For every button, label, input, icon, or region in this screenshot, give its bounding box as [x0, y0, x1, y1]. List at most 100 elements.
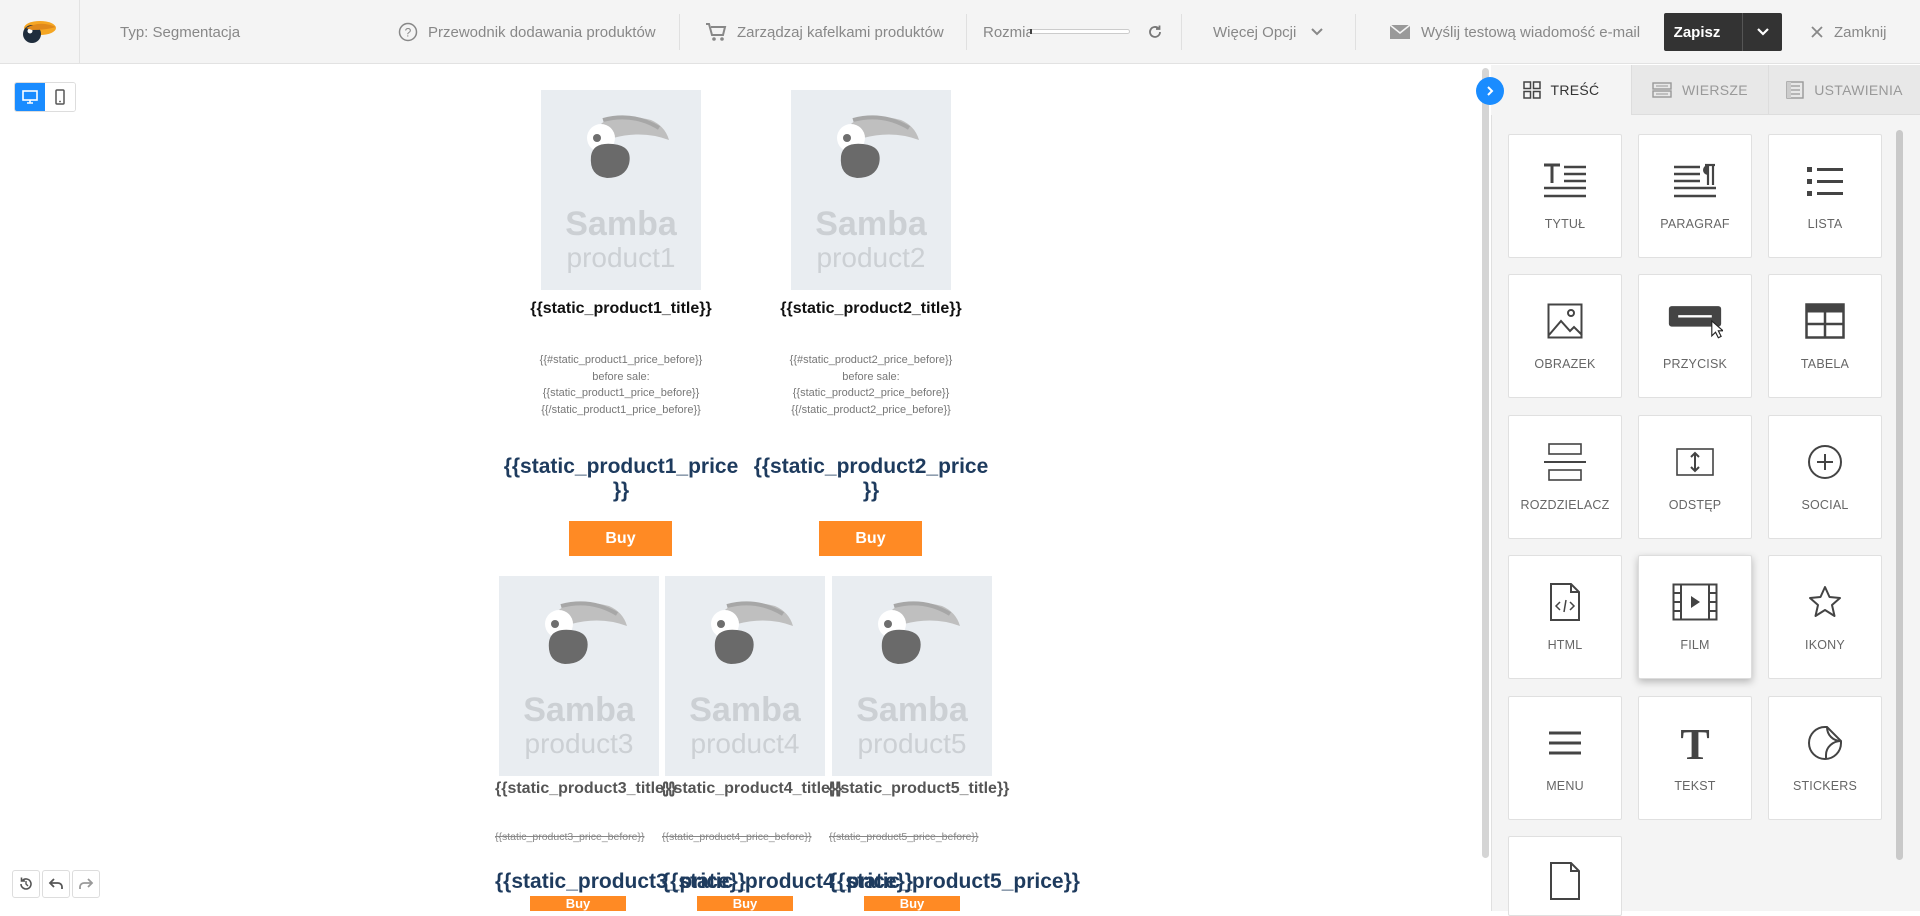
price-line: {{static_product1_price [503, 455, 739, 478]
chevron-right-icon [1487, 86, 1494, 96]
tile-label: LISTA [1807, 217, 1843, 231]
tile-label: TEKST [1674, 779, 1716, 793]
undo-button[interactable] [42, 870, 70, 898]
image-icon [1547, 303, 1583, 339]
redo-icon [79, 878, 94, 889]
product-price-before[interactable]: {{static_product5_price_before}} [829, 831, 978, 843]
send-test-email-button[interactable]: Wyślij testową wiadomość e-mail [1389, 0, 1640, 64]
tile-list[interactable]: LISTA [1768, 134, 1882, 258]
size-slider[interactable] [1030, 29, 1130, 34]
tile-divider[interactable]: ROZDZIELACZ [1508, 415, 1622, 539]
tile-text[interactable]: T TEKST [1638, 696, 1752, 820]
product-title[interactable]: {{static_product4_title}} [661, 780, 842, 798]
tile-image[interactable]: OBRAZEK [1508, 274, 1622, 398]
product-watermark: product2 [816, 242, 926, 273]
tile-html[interactable]: HTML [1508, 555, 1622, 679]
samba-watermark: Samba [856, 691, 968, 729]
buy-button[interactable]: Buy [819, 521, 922, 556]
tab-rows[interactable]: WIERSZE [1631, 65, 1768, 115]
tile-document[interactable] [1508, 836, 1622, 916]
history-button[interactable] [12, 870, 40, 898]
product-price-before[interactable]: {{#static_product2_price_before}} before… [771, 352, 971, 418]
price-before-line: before sale: [842, 370, 900, 383]
product-watermark: product3 [524, 728, 634, 759]
spacer-icon [1676, 448, 1714, 476]
tile-label: SOCIAL [1801, 498, 1849, 512]
tile-label: TABELA [1800, 357, 1850, 371]
collapse-panel-button[interactable] [1476, 77, 1504, 105]
tile-spacer[interactable]: ODSTĘP [1638, 415, 1752, 539]
tile-title[interactable]: TYTUŁ [1508, 134, 1622, 258]
product-price-before[interactable]: {{static_product3_price_before}} [495, 831, 644, 843]
tile-table[interactable]: TABELA [1768, 274, 1882, 398]
product-image[interactable]: Samba product2 [791, 90, 951, 290]
save-label: Zapisz [1673, 23, 1721, 41]
mail-icon [1389, 24, 1411, 39]
tile-label: TYTUŁ [1544, 217, 1586, 231]
guide-button[interactable]: ? Przewodnik dodawania produktów [398, 0, 656, 64]
tile-label: PARAGRAF [1660, 217, 1730, 231]
buy-button[interactable]: Buy [864, 896, 960, 911]
size-slider-handle[interactable] [1030, 29, 1032, 34]
tile-icons[interactable]: IKONY [1768, 555, 1882, 679]
canvas-scrollbar[interactable] [1482, 68, 1489, 858]
close-button[interactable]: Zamknij [1810, 0, 1887, 64]
price-line: {{static_product2_price [753, 455, 989, 478]
tile-menu[interactable]: MENU [1508, 696, 1622, 820]
sticker-icon [1808, 726, 1842, 760]
product-image[interactable]: Samba product1 [541, 90, 701, 290]
tile-label: HTML [1547, 638, 1583, 652]
refresh-button[interactable] [1147, 0, 1173, 64]
manage-tiles-button[interactable]: Zarządzaj kafelkami produktów [705, 0, 944, 64]
settings-icon [1786, 80, 1804, 99]
product-price[interactable]: {{static_product1_price }} [501, 455, 741, 503]
tile-label: PRZYCISK [1662, 357, 1728, 371]
more-options-dropdown[interactable]: Więcej Opcji [1213, 0, 1334, 64]
send-test-email-label: Wyślij testową wiadomość e-mail [1421, 23, 1641, 41]
tile-stickers[interactable]: STICKERS [1768, 696, 1882, 820]
separator [1355, 14, 1356, 50]
chevron-down-icon [1756, 28, 1769, 36]
tile-film[interactable]: FILM [1638, 555, 1752, 679]
product-watermark: product1 [566, 242, 676, 273]
samba-watermark: Samba [815, 205, 927, 243]
chevron-down-icon [1311, 28, 1324, 36]
tile-social[interactable]: SOCIAL [1768, 415, 1882, 539]
list-icon [1807, 167, 1843, 196]
paragraph-icon [1674, 163, 1716, 198]
product-price[interactable]: {{static_product5_price}} [829, 870, 1080, 894]
product-price[interactable]: {{static_product2_price }} [751, 455, 991, 503]
undo-icon [48, 878, 63, 889]
tile-paragraph[interactable]: PARAGRAF [1638, 134, 1752, 258]
product-title[interactable]: {{static_product3_title}} [495, 780, 676, 798]
samba-watermark: Samba [565, 205, 677, 243]
samba-watermark: Samba [523, 691, 635, 729]
toucan-placeholder-image [711, 601, 793, 664]
separator [1181, 14, 1182, 50]
product-watermark: product4 [690, 728, 800, 759]
product-image[interactable]: Samba product3 [499, 576, 659, 776]
tab-content[interactable]: TREŚĆ [1491, 65, 1631, 115]
tile-label: MENU [1546, 779, 1584, 793]
price-line: }} [862, 479, 880, 502]
buy-button[interactable]: Buy [697, 896, 793, 911]
product-title[interactable]: {{static_product2_title}} [771, 300, 971, 318]
toucan-placeholder-image [587, 115, 669, 178]
price-before-line: {{static_product2_price_before}} [792, 387, 950, 399]
tile-button[interactable]: PRZYCISK [1638, 274, 1752, 398]
rows-icon [1652, 81, 1672, 98]
product-title[interactable]: {{static_product1_title}} [521, 300, 721, 318]
panel-scrollbar[interactable] [1896, 130, 1903, 860]
product-price-before[interactable]: {{#static_product1_price_before}} before… [521, 352, 721, 418]
size-control: Rozmiar [983, 0, 1030, 64]
price-before-line: {{#static_product1_price_before}} [539, 354, 703, 366]
redo-button[interactable] [72, 870, 100, 898]
save-options-dropdown[interactable] [1742, 13, 1782, 51]
product-title[interactable]: {{static_product5_title}} [828, 780, 1009, 798]
product-image[interactable]: Samba product5 [832, 576, 992, 776]
buy-button[interactable]: Buy [569, 521, 672, 556]
tab-settings[interactable]: USTAWIENIA [1768, 65, 1920, 115]
buy-button[interactable]: Buy [530, 896, 626, 911]
product-image[interactable]: Samba product4 [665, 576, 825, 776]
product-price-before[interactable]: {{static_product4_price_before}} [662, 831, 811, 843]
